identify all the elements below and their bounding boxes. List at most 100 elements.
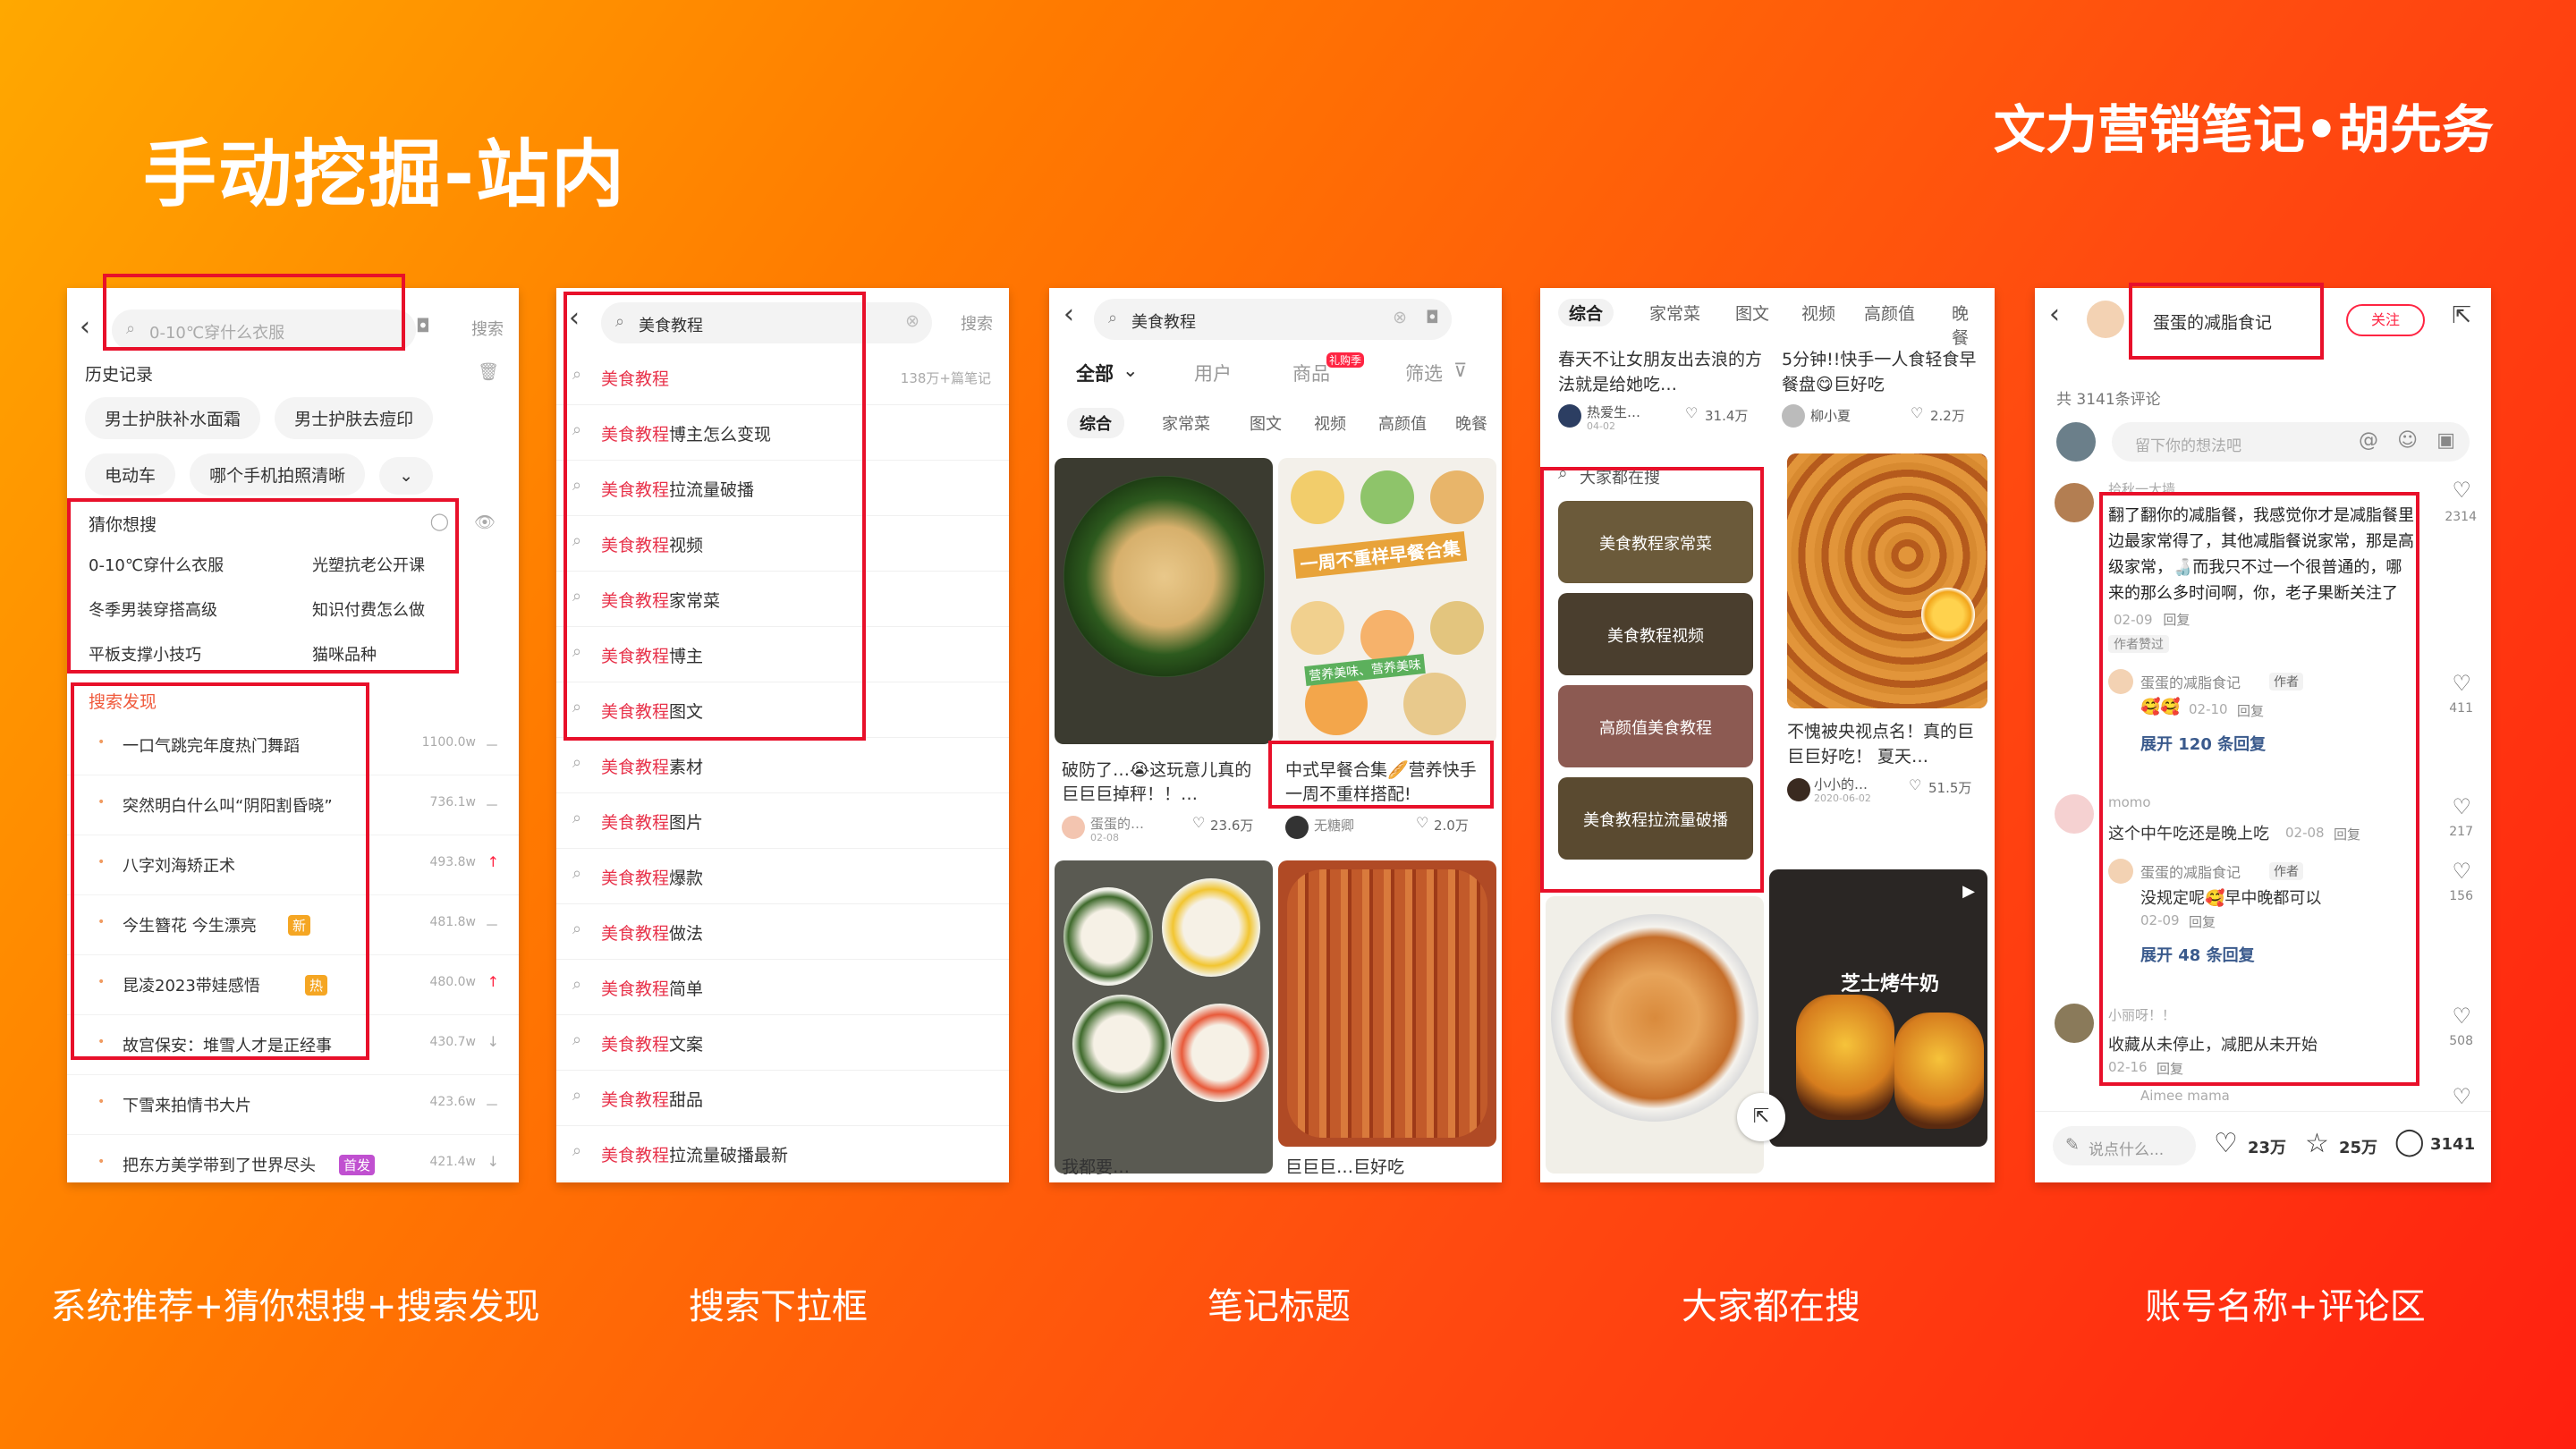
discover-item[interactable]: • 故宫保安：堆雪人才是正经事 430.7w ↓ <box>67 1015 519 1075</box>
back-icon[interactable]: ‹ <box>569 302 580 334</box>
guess-item[interactable]: 0-10℃穿什么衣服 <box>89 553 224 576</box>
comment-input[interactable]: 留下你的想法吧 @ ☺ ▣ <box>2112 422 2470 462</box>
suggestion-item[interactable]: ⌕ 美食教程 拉流量破播 <box>556 460 1009 516</box>
discover-item[interactable]: • 下雪来拍情书大片 423.6w － <box>67 1075 519 1135</box>
suggestion-item[interactable]: ⌕ 美食教程 素材 <box>556 737 1009 793</box>
like-icon[interactable]: ♡ <box>2452 859 2471 884</box>
suggestion-item[interactable]: ⌕ 美食教程 博主 <box>556 626 1009 682</box>
history-chip[interactable]: 电动车 <box>85 453 176 496</box>
guess-item[interactable]: 冬季男装穿搭高级 <box>89 597 217 621</box>
trash-icon[interactable]: 🗑 <box>478 361 499 382</box>
history-chip[interactable]: 男士护肤补水面霜 <box>85 397 261 439</box>
tab[interactable]: 视频 <box>1791 299 1846 326</box>
star-icon[interactable]: ☆ <box>2305 1128 2329 1159</box>
camera-icon[interactable]: ◘ <box>1426 308 1439 327</box>
tab[interactable]: 高颜值 <box>1853 299 1926 326</box>
like-icon[interactable]: ♡ <box>2214 1128 2238 1159</box>
discover-item[interactable]: • 一口气跳完年度热门舞蹈 1100.0w － <box>67 716 519 775</box>
note-title[interactable]: 我都要… <box>1062 1154 1130 1178</box>
tab[interactable]: 家常菜 <box>1639 299 1711 326</box>
like-icon[interactable]: ♡ <box>2452 794 2471 819</box>
refresh-icon[interactable]: ◯ <box>430 512 449 531</box>
clear-icon[interactable]: ⊗ <box>905 311 919 331</box>
note-title[interactable]: 巨巨巨…巨好吃 <box>1285 1154 1404 1178</box>
reply-link[interactable]: 回复 <box>2237 701 2264 720</box>
subtab[interactable]: 综合 <box>1067 408 1124 438</box>
eye-icon[interactable]: 👁 <box>474 512 496 532</box>
subtab[interactable]: 图文 <box>1237 408 1294 438</box>
follow-button[interactable]: 关注 <box>2346 304 2425 336</box>
note-cover-image[interactable] <box>1546 896 1764 1174</box>
discover-item[interactable]: • 今生簪花 今生漂亮 新 481.8w － <box>67 895 519 955</box>
back-icon[interactable]: ‹ <box>1063 299 1074 330</box>
history-chip[interactable]: 哪个手机拍照清晰 <box>190 453 366 496</box>
suggestion-item[interactable]: ⌕ 美食教程 做法 <box>556 903 1009 960</box>
guess-item[interactable]: 知识付费怎么做 <box>312 597 425 621</box>
camera-icon[interactable]: ◘ <box>416 315 430 336</box>
like-icon[interactable]: ♡ <box>2452 1004 2471 1029</box>
note-title[interactable]: 春天不让女朋友出去浪的方法就是给她吃… <box>1558 347 1764 397</box>
discover-item[interactable]: • 把东方美学带到了世界尽头 首发 421.4w ↓ <box>67 1135 519 1182</box>
subtab[interactable]: 视频 <box>1301 408 1359 438</box>
suggestion-item[interactable]: ⌕ 美食教程 视频 <box>556 515 1009 572</box>
history-chip[interactable]: 男士护肤去痘印 <box>275 397 434 439</box>
say-something-input[interactable]: ✎ 说点什么... <box>2053 1126 2196 1165</box>
tab-goods[interactable]: 商品 <box>1292 360 1330 386</box>
suggestion-item[interactable]: ⌕ 美食教程 简单 <box>556 959 1009 1015</box>
discover-item[interactable]: • 昆凌2023带娃感悟 热 480.0w ↑ <box>67 955 519 1015</box>
tab[interactable]: 综合 <box>1558 299 1614 326</box>
emoji-icon[interactable]: ☺ <box>2397 429 2418 452</box>
reply-link[interactable]: 回复 <box>2163 612 2190 628</box>
suggestion-item[interactable]: ⌕ 美食教程 爆款 <box>556 848 1009 904</box>
note-cover-image[interactable] <box>1278 860 1496 1147</box>
discover-item[interactable]: • 突然明白什么叫“阴阳割昏晓” 736.1w － <box>67 775 519 835</box>
comment-icon[interactable]: ◯ <box>2394 1126 2425 1157</box>
at-icon[interactable]: @ <box>2359 429 2378 452</box>
tab-user[interactable]: 用户 <box>1194 360 1232 386</box>
tab[interactable]: 图文 <box>1724 299 1780 326</box>
subtab[interactable]: 高颜值 <box>1366 408 1439 438</box>
image-icon[interactable]: ▣ <box>2436 429 2455 452</box>
suggestion-item[interactable]: ⌕ 美食教程 138万+篇笔记 <box>556 349 1009 405</box>
suggestion-item[interactable]: ⌕ 美食教程 博主怎么变现 <box>556 404 1009 461</box>
discover-item[interactable]: • 八字刘海矫正术 493.8w ↑ <box>67 835 519 895</box>
account-name[interactable]: 蛋蛋的减脂食记 <box>2153 309 2272 334</box>
like-icon[interactable]: ♡ <box>1685 404 1698 421</box>
like-icon[interactable]: ♡ <box>2452 478 2471 503</box>
note-cover-image[interactable]: 一周不重样早餐合集 营养美味、营养美味 <box>1278 458 1496 744</box>
like-icon[interactable]: ♡ <box>2452 1084 2471 1109</box>
note-title[interactable]: 不愧被央视点名！真的巨巨巨好吃！ 夏天… <box>1787 719 1988 769</box>
share-icon[interactable]: ⇱ <box>2452 302 2471 329</box>
guess-item[interactable]: 光塑抗老公开课 <box>312 553 425 576</box>
hot-search-item[interactable]: 美食教程视频 <box>1558 593 1753 675</box>
search-button[interactable]: 搜索 <box>961 311 993 335</box>
guess-item[interactable]: 平板支撑小技巧 <box>89 642 201 665</box>
suggestion-item[interactable]: ⌕ 美食教程 图文 <box>556 682 1009 738</box>
like-icon[interactable]: ♡ <box>1911 404 1923 421</box>
subtab[interactable]: 家常菜 <box>1149 408 1223 438</box>
back-icon[interactable]: ‹ <box>2049 299 2060 330</box>
back-icon[interactable]: ‹ <box>80 311 90 343</box>
expand-replies-button[interactable]: 展开 48 条回复 <box>2140 943 2255 966</box>
reply-link[interactable]: 回复 <box>2189 912 2216 931</box>
hot-search-item[interactable]: 美食教程家常菜 <box>1558 501 1753 583</box>
suggestion-item[interactable]: ⌕ 美食教程 拉流量破播最新 <box>556 1125 1009 1182</box>
like-icon[interactable]: ♡ <box>1192 814 1205 831</box>
suggestion-item[interactable]: ⌕ 美食教程 文案 <box>556 1014 1009 1071</box>
tab-filter[interactable]: 筛选 <box>1405 360 1443 386</box>
tab-all[interactable]: 全部 <box>1076 360 1114 386</box>
subtab[interactable]: 晚餐 <box>1443 408 1500 438</box>
suggestion-item[interactable]: ⌕ 美食教程 甜品 <box>556 1070 1009 1126</box>
guess-item[interactable]: 猫咪品种 <box>312 642 377 665</box>
filter-icon[interactable]: ⊽ <box>1453 360 1467 381</box>
share-icon[interactable]: ⇱ <box>1737 1093 1785 1141</box>
search-input[interactable]: ⌕ 0-10℃穿什么衣服 <box>112 309 416 351</box>
clear-icon[interactable]: ⊗ <box>1393 308 1407 327</box>
suggestion-item[interactable]: ⌕ 美食教程 家常菜 <box>556 571 1009 627</box>
note-cover-image[interactable] <box>1787 453 1987 708</box>
search-button[interactable]: 搜索 <box>471 317 504 340</box>
search-input[interactable]: ⌕ 美食教程 ⊗ <box>601 302 932 343</box>
note-title[interactable]: 5分钟!!快手一人食轻食早餐盘😋巨好吃 <box>1782 347 1987 397</box>
expand-chevron-icon[interactable]: ⌄ <box>379 457 434 495</box>
note-title[interactable]: 中式早餐合集🥖营养快手一周不重样搭配! <box>1285 758 1491 807</box>
